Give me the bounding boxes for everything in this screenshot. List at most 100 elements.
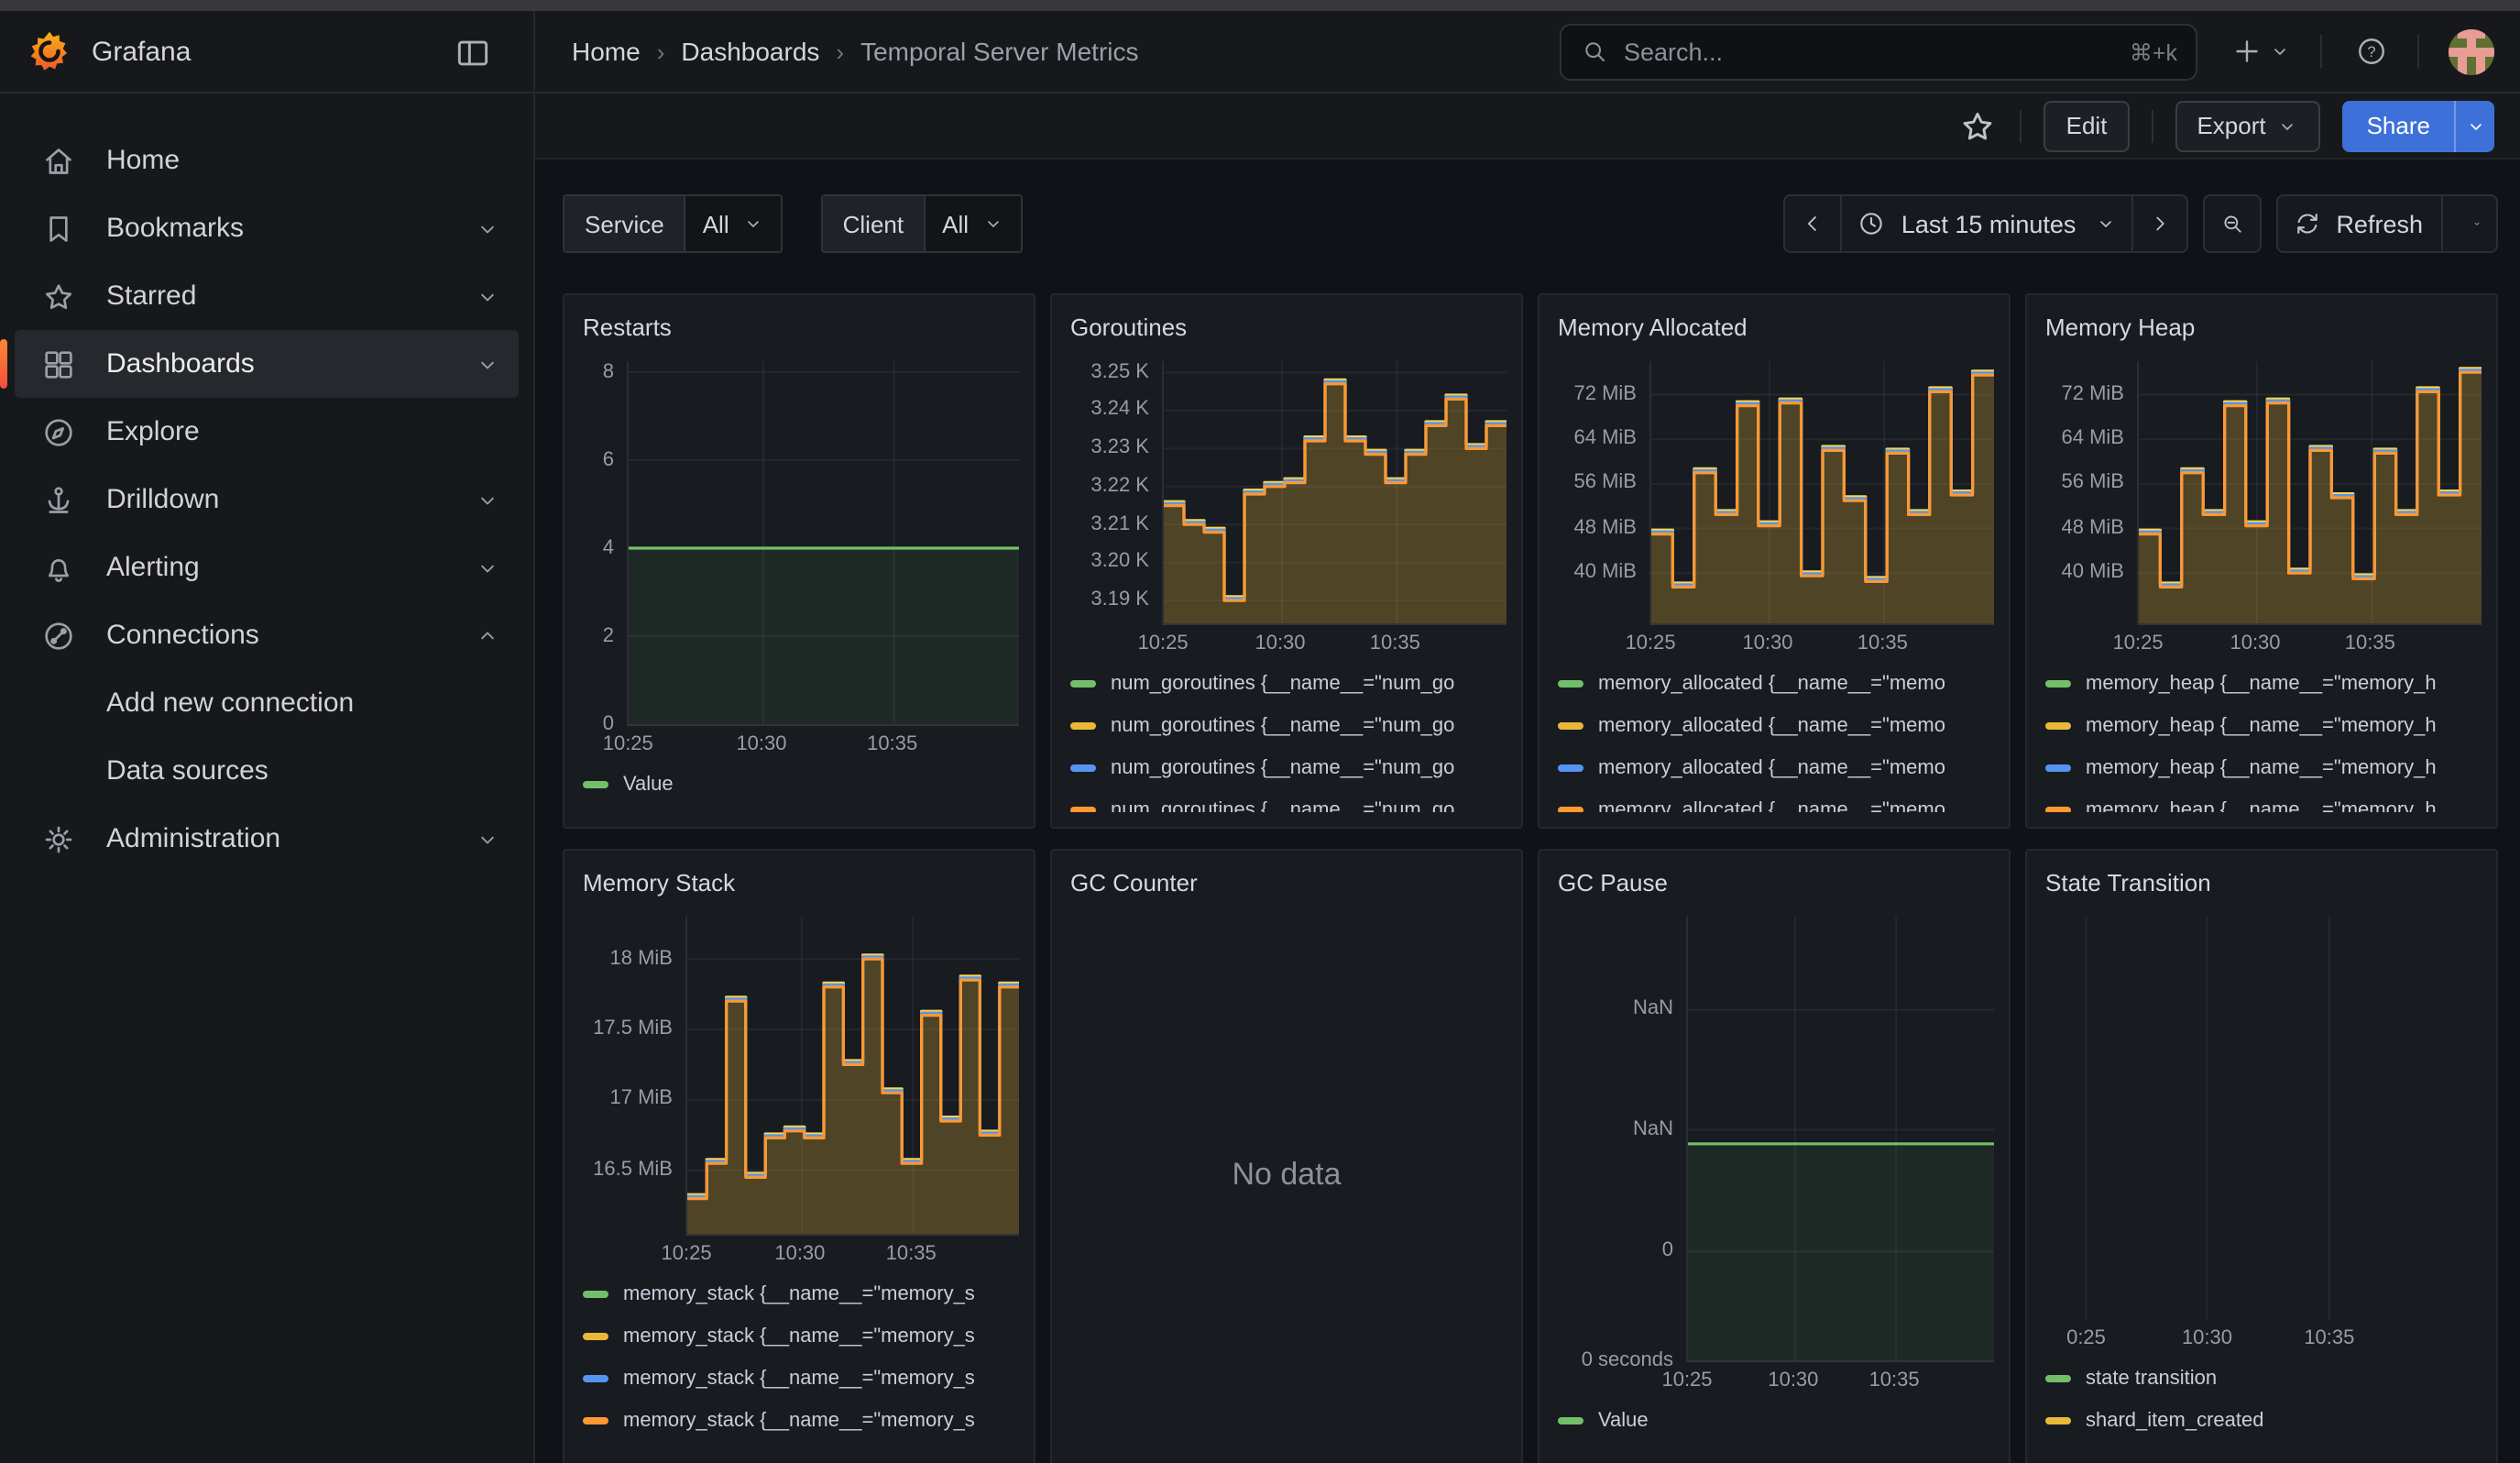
legend-swatch xyxy=(583,1417,608,1424)
legend-item[interactable]: memory_heap {__name__="memory_h xyxy=(2042,711,2482,741)
chart-plot[interactable] xyxy=(627,361,1019,726)
dashboard-toolbar: Edit Export Share xyxy=(535,94,2520,160)
chevron-down-icon xyxy=(742,213,764,235)
chart-plot[interactable] xyxy=(1649,361,1994,625)
y-axis-labels xyxy=(2042,917,2053,1353)
search-input[interactable]: Search... ⌘+k xyxy=(1560,23,2197,80)
legend-item[interactable]: memory_heap {__name__="memory_h xyxy=(2042,754,2482,783)
legend-item[interactable]: shard_item_created xyxy=(2042,1406,2482,1436)
search-icon xyxy=(1580,37,1609,66)
sidebar-toggle-icon[interactable] xyxy=(453,33,493,73)
legend-label: shard_item_created xyxy=(2086,1410,2263,1432)
sidebar-item-dashboards[interactable]: Dashboards xyxy=(15,330,519,398)
share-dropdown-icon[interactable] xyxy=(2454,100,2494,151)
service-filter-value[interactable]: All xyxy=(685,196,781,251)
x-axis-labels: 10:2510:3010:35 xyxy=(685,1236,1019,1269)
dashboard-canvas: Restarts 02468 10:2510:3010:35 Value Gor… xyxy=(563,293,2498,1463)
legend-swatch xyxy=(2045,1417,2071,1424)
export-button[interactable]: Export xyxy=(2175,100,2320,151)
help-icon[interactable]: ? xyxy=(2355,35,2388,68)
legend-item[interactable]: num_goroutines {__name__="num_go xyxy=(1067,796,1507,812)
sidebar-item-starred[interactable]: Starred xyxy=(15,262,519,330)
sidebar-item-label: Connections xyxy=(106,620,259,651)
breadcrumb-separator: › xyxy=(836,38,844,65)
legend-item[interactable]: memory_stack {__name__="memory_s xyxy=(579,1322,1019,1351)
sidebar-item-bookmarks[interactable]: Bookmarks xyxy=(15,194,519,262)
breadcrumb-home[interactable]: Home xyxy=(572,37,641,66)
legend-item[interactable]: memory_stack {__name__="memory_s xyxy=(579,1364,1019,1393)
refresh-interval-dropdown[interactable] xyxy=(2441,196,2496,251)
chart-plot[interactable] xyxy=(1686,917,1994,1362)
time-shift-back-button[interactable] xyxy=(1786,196,1841,251)
sidebar-item-connections[interactable]: Connections xyxy=(15,601,519,669)
legend-item[interactable]: memory_allocated {__name__="memo xyxy=(1554,669,1994,698)
legend-item[interactable]: memory_allocated {__name__="memo xyxy=(1554,711,1994,741)
chart-plot[interactable] xyxy=(685,917,1019,1236)
sidebar-item-add-new-connection[interactable]: Add new connection xyxy=(15,669,519,737)
sidebar-item-home[interactable]: Home xyxy=(15,126,519,194)
legend-item[interactable]: Value xyxy=(1554,1406,1994,1436)
sidebar-item-explore[interactable]: Explore xyxy=(15,398,519,466)
refresh-button[interactable]: Refresh xyxy=(2277,196,2441,251)
grafana-logo[interactable] xyxy=(26,28,73,75)
legend-item[interactable]: num_goroutines {__name__="num_go xyxy=(1067,711,1507,741)
sidebar-item-drilldown[interactable]: Drilldown xyxy=(15,466,519,534)
sidebar-item-alerting[interactable]: Alerting xyxy=(15,534,519,601)
panel-title[interactable]: Memory Heap xyxy=(2042,310,2482,346)
sidebar-item-data-sources[interactable]: Data sources xyxy=(15,737,519,805)
legend-item[interactable]: num_goroutines {__name__="num_go xyxy=(1067,669,1507,698)
chart-plot[interactable] xyxy=(1162,361,1507,625)
time-shift-forward-button[interactable] xyxy=(2131,196,2186,251)
legend-item[interactable]: memory_allocated {__name__="memo xyxy=(1554,796,1994,812)
panel-memory-stack: Memory Stack 16.5 MiB17 MiB17.5 MiB18 Mi… xyxy=(563,849,1035,1463)
panel-title[interactable]: GC Counter xyxy=(1067,865,1507,902)
legend-item[interactable]: memory_heap {__name__="memory_h xyxy=(2042,669,2482,698)
panel-gc-pause: GC Pause 0 seconds0NaNNaN 10:2510:3010:3… xyxy=(1538,849,2011,1463)
legend-label: memory_heap {__name__="memory_h xyxy=(2086,757,2437,779)
panel-gc-counter: GC Counter No data xyxy=(1050,849,1523,1463)
legend-item[interactable]: memory_stack {__name__="memory_s xyxy=(579,1406,1019,1436)
divider xyxy=(2320,35,2322,68)
chart-plot[interactable] xyxy=(2053,917,2482,1320)
panel-title[interactable]: GC Pause xyxy=(1554,865,1994,902)
legend-item[interactable]: num_goroutines {__name__="num_go xyxy=(1067,754,1507,783)
panel-title[interactable]: State Transition xyxy=(2042,865,2482,902)
legend-swatch xyxy=(1070,680,1096,688)
sidebar-item-label: Starred xyxy=(106,280,196,312)
legend-label: memory_stack {__name__="memory_s xyxy=(623,1326,975,1348)
client-filter-value[interactable]: All xyxy=(924,196,1020,251)
refresh-icon xyxy=(2292,209,2321,238)
client-filter: Client All xyxy=(821,194,1022,253)
zoom-out-icon[interactable] xyxy=(2204,196,2259,251)
legend-item[interactable]: memory_allocated {__name__="memo xyxy=(1554,754,1994,783)
add-new-button[interactable] xyxy=(2230,35,2291,68)
sidebar-item-administration[interactable]: Administration xyxy=(15,805,519,873)
sidebar-item-label: Administration xyxy=(106,823,280,854)
legend-item[interactable]: Value xyxy=(579,770,1019,799)
chevron-down-icon xyxy=(475,283,500,309)
chart-plot[interactable] xyxy=(2137,361,2482,625)
legend-label: memory_allocated {__name__="memo xyxy=(1598,799,1945,812)
brand-name: Grafana xyxy=(92,36,191,67)
legend-label: memory_stack {__name__="memory_s xyxy=(623,1283,975,1305)
connections-icon xyxy=(40,617,77,654)
legend-item[interactable]: memory_stack {__name__="memory_s xyxy=(579,1280,1019,1309)
legend-item[interactable]: state transition xyxy=(2042,1364,2482,1393)
y-axis-labels: 3.19 K3.20 K3.21 K3.22 K3.23 K3.24 K3.25… xyxy=(1067,361,1162,658)
top-nav-bar: Grafana Home › Dashboards › Temporal Ser… xyxy=(0,11,2520,94)
legend-item[interactable]: memory_heap {__name__="memory_h xyxy=(2042,796,2482,812)
favorite-star-icon[interactable] xyxy=(1958,105,1999,146)
avatar[interactable] xyxy=(2449,28,2494,74)
panel-title[interactable]: Memory Allocated xyxy=(1554,310,1994,346)
breadcrumb-dashboards[interactable]: Dashboards xyxy=(681,37,819,66)
panel-title[interactable]: Memory Stack xyxy=(579,865,1019,902)
compass-icon xyxy=(40,413,77,450)
panel-title[interactable]: Goroutines xyxy=(1067,310,1507,346)
edit-button[interactable]: Edit xyxy=(2044,100,2130,151)
share-button[interactable]: Share xyxy=(2343,100,2494,151)
divider xyxy=(2417,35,2419,68)
panel-title[interactable]: Restarts xyxy=(579,310,1019,346)
clock-icon xyxy=(1857,209,1887,238)
time-range-picker[interactable]: Last 15 minutes xyxy=(1841,196,2131,251)
x-axis-labels: 0:2510:3010:35 xyxy=(2053,1320,2482,1353)
